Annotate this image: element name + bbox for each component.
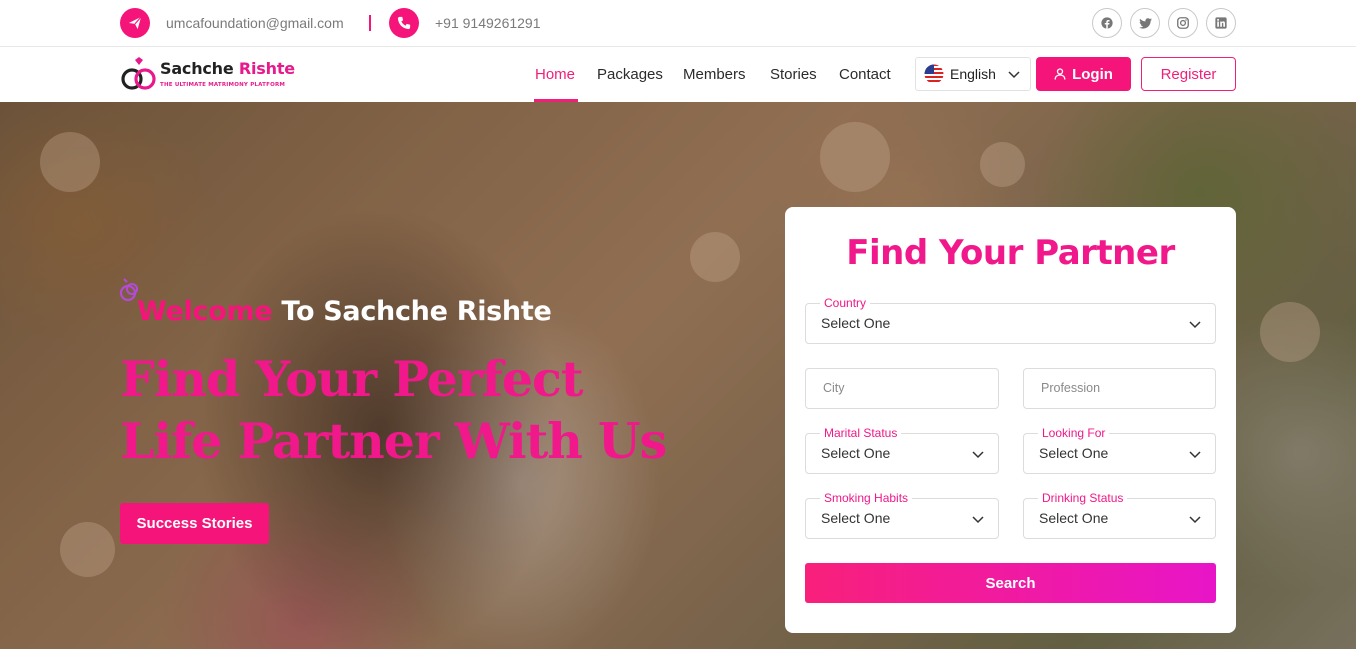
success-stories-button[interactable]: Success Stories	[120, 503, 269, 544]
smoking-habits-select[interactable]: Smoking Habits Select One	[805, 491, 999, 539]
login-button[interactable]: Login	[1036, 57, 1131, 91]
brand-tagline: THE ULTIMATE MATRIMONY PLATFORM	[160, 82, 286, 88]
user-icon	[1054, 68, 1066, 80]
nav-contact[interactable]: Contact	[839, 66, 891, 83]
brand-name: Sachche Rishte	[160, 59, 295, 78]
us-flag-icon	[924, 64, 944, 84]
facebook-icon[interactable]	[1092, 8, 1122, 38]
looking-for-label: Looking For	[1038, 426, 1110, 440]
send-icon	[120, 8, 150, 38]
chevron-down-icon	[972, 451, 984, 459]
chevron-down-icon	[1189, 516, 1201, 524]
looking-for-value: Select One	[1039, 445, 1109, 461]
language-label: English	[950, 66, 996, 82]
chevron-down-icon	[1008, 71, 1020, 79]
drinking-status-label: Drinking Status	[1038, 491, 1128, 505]
welcome-heading: Welcome To Sachche Rishte	[137, 296, 552, 327]
welcome-rest: To Sachche Rishte	[281, 296, 552, 327]
smoking-habits-label: Smoking Habits	[820, 491, 913, 505]
brand-logo[interactable]: Sachche Rishte THE ULTIMATE MATRIMONY PL…	[120, 55, 295, 95]
country-select[interactable]: Country Select One	[805, 296, 1216, 344]
profession-input[interactable]: Profession	[1023, 368, 1216, 409]
chevron-down-icon	[1189, 451, 1201, 459]
brand-name-part2: Rishte	[238, 59, 295, 78]
welcome-word: Welcome	[137, 296, 273, 327]
contact-phone[interactable]: +91 9149261291	[435, 15, 541, 31]
looking-for-select[interactable]: Looking For Select One	[1023, 426, 1216, 474]
nav-members[interactable]: Members	[683, 66, 746, 83]
twitter-icon[interactable]	[1130, 8, 1160, 38]
marital-status-value: Select One	[821, 445, 891, 461]
main-navbar: Sachche Rishte THE ULTIMATE MATRIMONY PL…	[0, 47, 1356, 102]
profession-placeholder: Profession	[1041, 381, 1101, 395]
marital-status-select[interactable]: Marital Status Select One	[805, 426, 999, 474]
drinking-status-select[interactable]: Drinking Status Select One	[1023, 491, 1216, 539]
instagram-icon[interactable]	[1168, 8, 1198, 38]
drinking-status-value: Select One	[1039, 510, 1109, 526]
marital-status-label: Marital Status	[820, 426, 902, 440]
chevron-down-icon	[972, 516, 984, 524]
divider	[369, 15, 371, 31]
country-label: Country	[820, 296, 871, 310]
nav-packages[interactable]: Packages	[597, 66, 663, 83]
hero-section: Welcome To Sachche Rishte Find Your Perf…	[0, 102, 1356, 649]
country-value: Select One	[821, 315, 891, 331]
nav-stories[interactable]: Stories	[770, 66, 817, 83]
partner-search-form: Find Your Partner Country Select One Cit…	[785, 207, 1236, 633]
login-label: Login	[1072, 65, 1113, 83]
rings-logo-icon	[121, 57, 156, 90]
brand-name-part1: Sachche	[160, 59, 234, 78]
search-button[interactable]: Search	[805, 563, 1216, 603]
search-form-title: Find Your Partner	[846, 233, 1175, 273]
city-input[interactable]: City	[805, 368, 999, 409]
hero-headline: Find Your Perfect Life Partner With Us	[120, 350, 667, 470]
linkedin-icon[interactable]	[1206, 8, 1236, 38]
language-selector[interactable]: English	[915, 57, 1031, 91]
nav-home[interactable]: Home	[535, 66, 575, 83]
top-contact-bar: umcafoundation@gmail.com +91 9149261291	[0, 0, 1356, 47]
chevron-down-icon	[1189, 321, 1201, 329]
city-placeholder: City	[823, 381, 845, 395]
contact-email[interactable]: umcafoundation@gmail.com	[166, 15, 344, 31]
smoking-habits-value: Select One	[821, 510, 891, 526]
phone-icon	[389, 8, 419, 38]
register-button[interactable]: Register	[1141, 57, 1236, 91]
